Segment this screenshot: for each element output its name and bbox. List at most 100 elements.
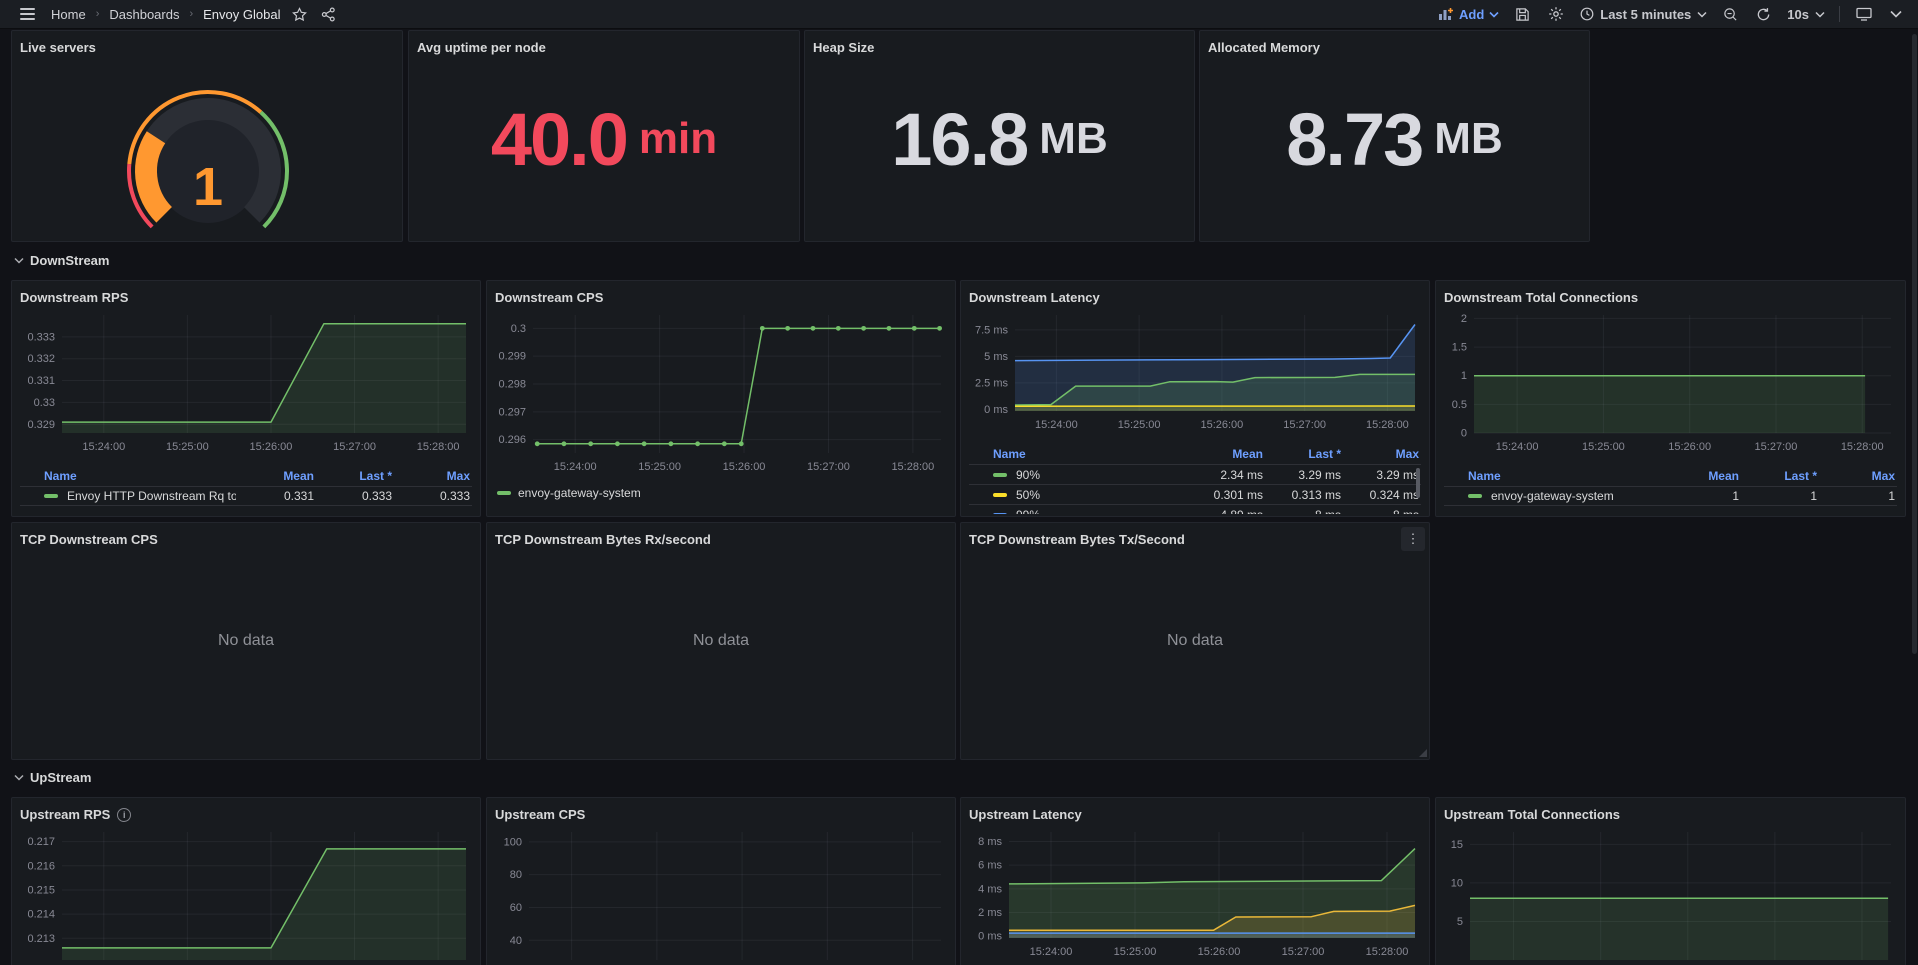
panel-title[interactable]: Upstream Latency — [969, 804, 1421, 826]
breadcrumb-dashboards[interactable]: Dashboards — [109, 7, 179, 22]
y-axis-tick-label: 0.5 — [1452, 399, 1467, 411]
data-point — [535, 441, 540, 446]
row-label: UpStream — [30, 770, 91, 785]
legend-value: 0.331 — [236, 489, 314, 503]
legend-column-header[interactable]: Name — [993, 447, 1185, 461]
legend-column-header[interactable]: Last * — [1739, 469, 1817, 483]
x-axis-tick-label: 15:28:00 — [417, 441, 460, 453]
panel-resize-handle[interactable] — [1419, 749, 1427, 757]
refresh-icon[interactable] — [1754, 5, 1773, 24]
data-point — [668, 441, 673, 446]
data-point — [739, 441, 744, 446]
y-axis-tick-label: 0.299 — [498, 351, 526, 363]
legend-table: NameMeanLast *Max envoy-gateway-system111 — [1444, 466, 1897, 506]
panel-title[interactable]: Downstream RPS — [20, 287, 472, 309]
row-toggle-downstream[interactable]: DownStream — [14, 253, 109, 268]
legend-column-header[interactable]: Mean — [1661, 469, 1739, 483]
panel-tcp-downstream-cps: TCP Downstream CPS No data — [11, 522, 481, 760]
legend-column-header[interactable]: Max — [1817, 469, 1895, 483]
chevron-down-icon — [1697, 11, 1707, 18]
share-icon[interactable] — [319, 5, 338, 24]
legend-row[interactable]: envoy-gateway-system111 — [1444, 486, 1897, 506]
panel-title[interactable]: Upstream CPS — [495, 804, 947, 826]
stat-value: 8.73 — [1286, 97, 1422, 182]
panel-downstream-cps: Downstream CPS 0.2960.2970.2980.2990.315… — [486, 280, 956, 517]
x-axis-tick-label: 15:24:00 — [1496, 441, 1539, 453]
legend-row[interactable]: 50%0.301 ms0.313 ms0.324 ms — [969, 484, 1421, 504]
x-axis-tick-label: 15:24:00 — [554, 461, 597, 473]
x-axis-tick-label: 15:27:00 — [1282, 946, 1325, 958]
legend-value: 0.324 ms — [1341, 488, 1419, 502]
legend-column-header[interactable]: Name — [1468, 469, 1661, 483]
x-axis-tick-label: 15:25:00 — [166, 441, 209, 453]
legend-row[interactable]: 99%4.89 ms8 ms8 ms — [969, 504, 1421, 514]
legend-row[interactable]: Envoy HTTP Downstream Rq total0.3310.333… — [20, 486, 472, 506]
refresh-interval-picker[interactable]: 10s — [1787, 7, 1825, 22]
data-point — [887, 326, 892, 331]
menu-icon[interactable] — [14, 4, 41, 24]
series-area — [62, 324, 466, 433]
time-range-picker[interactable]: Last 5 minutes — [1580, 7, 1707, 22]
legend-column-header[interactable]: Max — [1341, 447, 1419, 461]
panel-title[interactable]: Downstream Latency — [969, 287, 1421, 309]
y-axis-tick-label: 0.331 — [27, 375, 55, 387]
info-icon[interactable]: i — [117, 808, 131, 822]
stat-unit: MB — [1039, 114, 1107, 164]
panel-title[interactable]: Downstream CPS — [495, 287, 947, 309]
chart-canvas: 40608010015:24:0015:25:0015:26:0015:27:0… — [495, 826, 949, 965]
panel-title[interactable]: TCP Downstream Bytes Rx/second — [495, 529, 947, 551]
star-icon[interactable] — [290, 5, 309, 24]
data-point — [861, 326, 866, 331]
add-button[interactable]: Add — [1438, 7, 1499, 22]
panel-title[interactable]: TCP Downstream CPS — [20, 529, 472, 551]
y-axis-tick-label: 0 ms — [978, 931, 1002, 943]
panel-upstream-total-connections: Upstream Total Connections 5101515:24:00… — [1435, 797, 1906, 965]
legend-column-header[interactable]: Max — [392, 469, 470, 483]
legend-label: 99% — [1016, 508, 1040, 515]
save-icon[interactable] — [1513, 5, 1532, 24]
y-axis-tick-label: 7.5 ms — [975, 324, 1009, 336]
panel-title[interactable]: TCP Downstream Bytes Tx/Second — [969, 529, 1421, 551]
panel-title[interactable]: Upstream RPS i — [20, 804, 472, 826]
chart-canvas: 0.2960.2970.2980.2990.315:24:0015:25:001… — [495, 309, 949, 479]
tv-mode-icon[interactable] — [1854, 5, 1874, 23]
legend-column-header[interactable]: Name — [44, 469, 236, 483]
y-axis-tick-label: 0.3 — [511, 323, 526, 335]
x-axis-tick-label: 15:28:00 — [1366, 946, 1409, 958]
zoom-out-icon[interactable] — [1721, 5, 1740, 24]
panel-title[interactable]: Upstream Total Connections — [1444, 804, 1897, 826]
legend-item[interactable]: envoy-gateway-system — [497, 486, 641, 500]
y-axis-tick-label: 5 ms — [984, 351, 1008, 363]
panel-title[interactable]: Downstream Total Connections — [1444, 287, 1897, 309]
legend-column-header[interactable]: Last * — [314, 469, 392, 483]
settings-gear-icon[interactable] — [1546, 4, 1566, 24]
breadcrumb-separator: › — [96, 8, 100, 20]
panel-title[interactable]: Allocated Memory — [1208, 37, 1581, 59]
panel-menu-icon[interactable]: ⋮ — [1401, 527, 1425, 551]
x-axis-tick-label: 15:26:00 — [1668, 441, 1711, 453]
x-axis-tick-label: 15:24:00 — [1030, 946, 1073, 958]
legend-column-header[interactable]: Mean — [1185, 447, 1263, 461]
panel-title[interactable]: Live servers — [20, 37, 394, 59]
legend: NameMeanLast *Max envoy-gateway-system111 — [1444, 466, 1897, 506]
page-scrollbar[interactable] — [1912, 34, 1917, 654]
divider — [1839, 6, 1840, 22]
y-axis-tick-label: 100 — [504, 836, 522, 848]
legend-value: 1 — [1661, 489, 1739, 503]
data-point — [811, 326, 816, 331]
row-toggle-upstream[interactable]: UpStream — [14, 770, 91, 785]
panel-title[interactable]: Avg uptime per node — [417, 37, 791, 59]
legend-column-header[interactable]: Last * — [1263, 447, 1341, 461]
refresh-interval-label: 10s — [1787, 7, 1809, 22]
panel-tcp-downstream-bytes-tx: TCP Downstream Bytes Tx/Second No data ⋮ — [960, 522, 1430, 760]
y-axis-tick-label: 0.216 — [27, 860, 55, 872]
panel-title[interactable]: Heap Size — [813, 37, 1186, 59]
chevron-down-icon[interactable] — [1888, 8, 1904, 20]
legend-value: 8 ms — [1341, 508, 1419, 515]
data-point — [562, 441, 567, 446]
legend-row[interactable]: 90%2.34 ms3.29 ms3.29 ms — [969, 464, 1421, 484]
legend-scrollbar[interactable] — [1416, 468, 1420, 498]
breadcrumb-home[interactable]: Home — [51, 7, 86, 22]
series-area — [1474, 376, 1865, 433]
legend-column-header[interactable]: Mean — [236, 469, 314, 483]
